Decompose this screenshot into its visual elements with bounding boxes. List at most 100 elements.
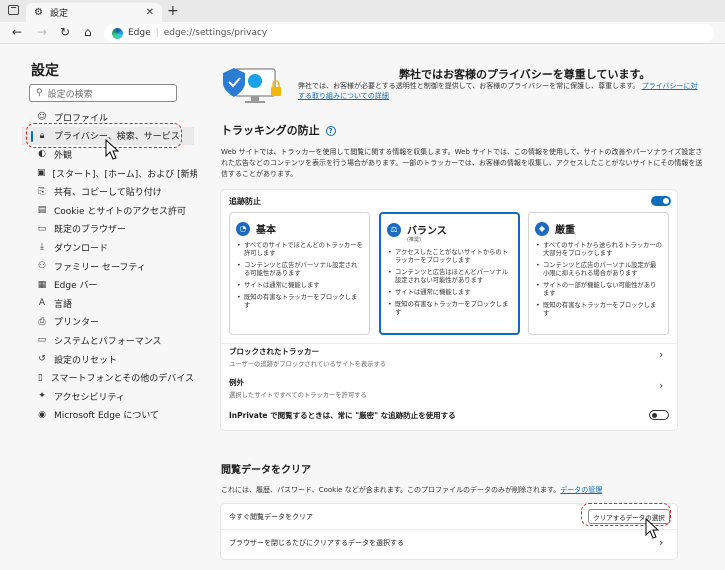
tracking-option-title: バランス	[407, 226, 447, 237]
download-icon: ⤓	[40, 242, 44, 253]
tracking-option-title: 厳重	[555, 225, 575, 236]
tracking-option-bullet: すべてのサイトから送られるトラッカーの大部分をブロックします	[535, 242, 662, 258]
tracking-option-header: ◔ 基本	[236, 221, 363, 236]
window-menu-icon[interactable]	[8, 5, 19, 15]
search-placeholder: 設定の検索	[47, 89, 93, 100]
search-icon: ⚲	[36, 88, 43, 98]
sidebar-item[interactable]: ▣ [スタート]、[ホーム]、および [新規] タブ	[22, 164, 223, 183]
back-icon[interactable]: ←	[12, 25, 22, 39]
clear-now-label: 今すぐ閲覧データをクリア	[229, 513, 313, 521]
chevron-right-icon[interactable]: ›	[659, 379, 663, 392]
sidebar-item[interactable]: ▦ Edge バー	[22, 275, 194, 294]
tracking-prevention-toggle[interactable]	[651, 196, 671, 206]
sidebar-item-label: 設定のリセット	[54, 355, 118, 366]
start-icon: ▣	[37, 168, 46, 179]
sidebar-item-label: プリンター	[54, 318, 100, 329]
clear-data-section-title: 閲覧データをクリア	[221, 465, 311, 476]
tracking-option-card[interactable]: ⚖ バランス(推奨) アクセスしたことがないサイトからのトラッカーをブロックしますコ…	[379, 212, 520, 335]
sidebar-item[interactable]: A 言語	[22, 294, 194, 313]
divider	[221, 529, 677, 530]
settings-main: 弊社ではお客様のプライバシーを尊重しています。 弊社では、お客様が必要とする透明…	[197, 44, 712, 570]
sidebar-item[interactable]: ↺ 設定のリセット	[22, 350, 194, 369]
sidebar-item[interactable]: ▤ Cookie とサイトのアクセス許可	[22, 201, 194, 220]
banner-text: 弊社では、お客様が必要とする透明性と制御を提供して、お客様のプライバシーを常に保…	[298, 81, 702, 101]
family-icon: ⚇	[37, 261, 47, 272]
tracking-option-card[interactable]: ◔ 基本すべてのサイトでほとんどのトラッカーを許可しますコンテンツと広告がパーソナ…	[229, 212, 370, 335]
sidebar-title: 設定	[31, 63, 59, 79]
sidebar-item[interactable]: ▭ 既定のブラウザー	[22, 220, 194, 239]
tracking-option-bullet: サイトは通常に機能します	[236, 282, 363, 290]
cookie-icon: ▤	[37, 205, 47, 216]
banner-title: 弊社ではお客様のプライバシーを尊重しています。	[399, 68, 651, 81]
refresh-icon[interactable]: ↻	[60, 25, 70, 39]
gear-icon: ⚙	[34, 7, 43, 18]
sidebar-item[interactable]: ⚇ ファミリー セーフティ	[22, 257, 194, 276]
tracking-option-bullet: コンテンツと広告はほとんどパーソナル設定されない可能性があります	[387, 269, 512, 285]
tracking-option-header: ⚖ バランス	[387, 222, 512, 237]
tracking-prevention-label: 追跡防止	[229, 197, 261, 206]
sidebar-item[interactable]: ✦ アクセシビリティ	[22, 387, 194, 406]
home-icon[interactable]: ⌂	[84, 25, 92, 39]
mouse-cursor-icon	[645, 518, 660, 539]
url-field[interactable]: Edge | edge://settings/privacy	[104, 24, 714, 42]
tracking-level-icon: ◔	[236, 221, 250, 236]
sidebar-item-label: Microsoft Edge について	[54, 411, 160, 422]
new-tab-icon[interactable]: +	[167, 3, 179, 19]
edge-icon: ◉	[38, 409, 46, 420]
sidebar-item[interactable]: ⤓ ダウンロード	[22, 238, 194, 257]
privacy-illustration-icon	[223, 68, 281, 103]
edgebar-icon: ▦	[37, 279, 47, 290]
browser-tab[interactable]: ⚙ 設定 ✕	[26, 3, 162, 22]
tracking-option-bullets: アクセスしたことがないサイトからのトラッカーをブロックしますコンテンツと広告はほ…	[387, 249, 512, 317]
share-icon: ⎘	[38, 186, 46, 197]
tracking-title-text: トラッキングの防止	[221, 124, 320, 137]
tracking-option-bullet: 既知の有害なトラッカーをブロックします	[236, 294, 363, 310]
language-icon: A	[38, 298, 46, 309]
profile-icon: ☺	[37, 112, 47, 123]
sidebar-item[interactable]: ⎙ プリンター	[22, 313, 194, 332]
sidebar-item[interactable]: ▯ スマートフォンとその他のデバイス	[22, 368, 194, 387]
sidebar-item-label: スマートフォンとその他のデバイス	[50, 374, 194, 385]
sidebar-item[interactable]: ▭ システムとパフォーマンス	[22, 331, 194, 350]
phone-icon: ▯	[37, 372, 43, 383]
sidebar-item-label: ダウンロード	[54, 243, 109, 254]
tracking-option-bullet: サイトは通常に機能します	[387, 289, 512, 297]
sidebar-item[interactable]: ⎘ 共有、コピーして貼り付け	[22, 182, 194, 201]
address-bar: ← → ↻ ⌂ Edge | edge://settings/privacy	[0, 22, 725, 44]
manage-data-link[interactable]: データの管理	[560, 486, 602, 494]
sidebar-item-label: Edge バー	[54, 281, 98, 292]
close-icon[interactable]: ✕	[146, 7, 154, 18]
sidebar-item-label: システムとパフォーマンス	[54, 336, 162, 347]
inprivate-strict-label: InPrivate で閲覧するときは、常に "厳密" な追跡防止を使用する	[229, 411, 456, 420]
settings-search-input[interactable]: ⚲ 設定の検索	[29, 84, 177, 102]
help-icon[interactable]: ?	[325, 126, 336, 136]
tracking-option-card[interactable]: ◆ 厳重すべてのサイトから送られるトラッカーの大部分をブロックしますコンテンツと広…	[528, 212, 669, 335]
sidebar-item-label: ファミリー セーフティ	[54, 262, 146, 273]
tracking-option-subtitle: (推奨)	[407, 237, 421, 243]
tracking-option-bullets: すべてのサイトから送られるトラッカーの大部分をブロックしますコンテンツと広告のパ…	[535, 242, 662, 318]
clear-on-close-label[interactable]: ブラウザーを閉じるたびにクリアするデータを選択する	[229, 538, 404, 548]
tracking-level-icon: ⚖	[387, 222, 401, 237]
forward-icon[interactable]: →	[37, 25, 47, 39]
sidebar-item[interactable]: ◉ Microsoft Edge について	[22, 406, 194, 425]
edge-logo-icon	[112, 27, 123, 39]
tracking-section-title: トラッキングの防止?	[221, 122, 336, 138]
inprivate-strict-toggle[interactable]	[649, 410, 669, 420]
clear-data-description: これには、履歴、パスワード、Cookie などが含まれます。このプロファイルのデ…	[221, 485, 602, 495]
tracking-option-bullet: 既知の有害なトラッカーをブロックします	[535, 302, 662, 318]
exceptions-title[interactable]: 例外	[229, 377, 244, 388]
chevron-right-icon[interactable]: ›	[659, 348, 663, 361]
reset-icon: ↺	[38, 354, 46, 365]
url-site-label: Edge	[128, 28, 151, 38]
sidebar-item-label: 言語	[54, 299, 73, 310]
tab-title: 設定	[49, 9, 68, 19]
mouse-cursor-icon	[105, 139, 120, 160]
tracking-option-bullets: すべてのサイトでほとんどのトラッカーを許可しますコンテンツと広告がパーソナル設定…	[236, 242, 363, 310]
title-bar: ⚙ 設定 ✕ +	[0, 0, 725, 22]
tracking-option-header: ◆ 厳重	[535, 221, 662, 236]
blocked-trackers-title[interactable]: ブロックされたトラッカー	[229, 346, 319, 357]
sidebar-item-label: プロファイル	[54, 113, 109, 124]
browser-icon: ▭	[37, 223, 47, 234]
tracking-option-bullet: 既知の有害なトラッカーをブロックします	[387, 301, 512, 317]
blocked-trackers-desc: ユーザーの追跡がブロックされているサイトを表示する	[229, 361, 387, 368]
